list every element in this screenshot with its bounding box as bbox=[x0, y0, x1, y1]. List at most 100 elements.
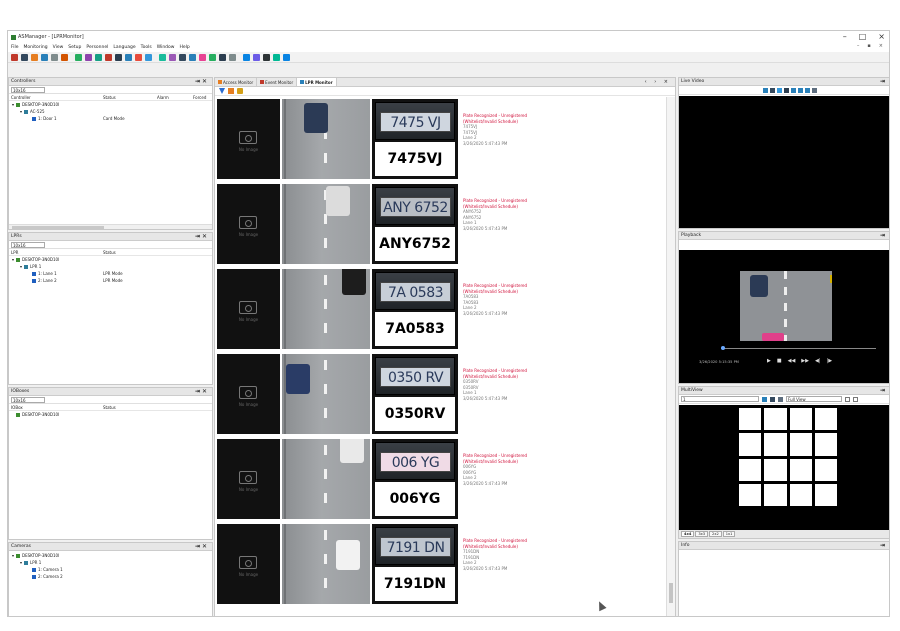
plate-crop[interactable]: 0350 RV 0350RV bbox=[372, 354, 458, 434]
toolbar-button-icon[interactable] bbox=[219, 53, 226, 61]
vehicle-snapshot[interactable] bbox=[282, 184, 370, 264]
panel-pin-close-icon[interactable]: ⇥✕ bbox=[195, 543, 209, 551]
stop-button[interactable]: ■ bbox=[777, 358, 782, 364]
playback-progress-bar[interactable] bbox=[721, 346, 876, 350]
panel-pin-close-icon[interactable]: ⇥✕ bbox=[195, 388, 209, 396]
toolbar-button-icon[interactable] bbox=[145, 53, 152, 61]
plate-crop[interactable]: ANY 6752 ANY6752 bbox=[372, 184, 458, 264]
menu-setup[interactable]: Setup bbox=[68, 45, 81, 50]
expand-icon[interactable]: ▾ bbox=[20, 559, 22, 566]
tree-item[interactable]: DESKTOP-3N0D10I bbox=[9, 411, 212, 418]
progress-knob[interactable] bbox=[721, 346, 725, 350]
event-list-vscrollbar[interactable] bbox=[666, 97, 675, 616]
camera-select-icon[interactable] bbox=[763, 87, 768, 93]
multiview-cell[interactable] bbox=[814, 408, 837, 431]
panel-pin-icon[interactable]: ⇥ bbox=[880, 232, 887, 240]
expand-icon[interactable]: ▾ bbox=[20, 108, 22, 115]
toolbar-button-icon[interactable] bbox=[229, 53, 236, 61]
live-video-view[interactable] bbox=[679, 96, 889, 228]
camera-select-icon[interactable] bbox=[762, 396, 767, 402]
lpr-event-row[interactable]: No Image 0350 RV 0350RV Plate Recognized - … bbox=[215, 352, 667, 436]
column-controller[interactable]: Controller bbox=[11, 95, 31, 100]
controllers-hscrollbar[interactable] bbox=[9, 224, 212, 229]
panel-pin-close-icon[interactable]: ⇥✕ bbox=[195, 78, 209, 86]
layout-4x4[interactable]: 4x4 bbox=[681, 531, 695, 537]
filter-icon[interactable] bbox=[219, 88, 225, 94]
toolbar-button-icon[interactable] bbox=[115, 53, 122, 61]
play-button[interactable]: ▶ bbox=[767, 358, 771, 364]
toolbar-button-icon[interactable] bbox=[61, 53, 68, 61]
plate-crop[interactable]: 7A 0583 7A0583 bbox=[372, 269, 458, 349]
multiview-cell[interactable] bbox=[739, 458, 762, 481]
multiview-cell[interactable] bbox=[789, 483, 812, 506]
rewind-button[interactable]: ◀◀ bbox=[788, 358, 796, 364]
expand-icon[interactable]: ▾ bbox=[12, 552, 14, 559]
menu-language[interactable]: Language bbox=[113, 45, 135, 50]
playback-view[interactable]: 3/26/2020 5:15:35 PM ▶ ■ ◀◀ ▶▶ ◀| |▶ bbox=[679, 250, 889, 383]
scroll-thumb[interactable] bbox=[669, 583, 673, 603]
vehicle-snapshot[interactable] bbox=[282, 354, 370, 434]
toolbar-button-icon[interactable] bbox=[85, 53, 92, 61]
toolbar-button-icon[interactable] bbox=[159, 53, 166, 61]
multiview-cell[interactable] bbox=[789, 433, 812, 456]
ptz-icon[interactable] bbox=[791, 87, 796, 93]
toolbar-button-icon[interactable] bbox=[31, 53, 38, 61]
column-lpr[interactable]: LPR bbox=[11, 250, 18, 255]
multiview-cell[interactable] bbox=[739, 433, 762, 456]
tree-item[interactable]: 1: Camera 1 bbox=[9, 566, 212, 573]
layout-2x2[interactable]: 2x2 bbox=[709, 531, 722, 537]
panel-pin-close-icon[interactable]: ⇥✕ bbox=[195, 233, 209, 241]
close-button[interactable]: × bbox=[878, 32, 885, 41]
export-icon[interactable] bbox=[228, 88, 234, 94]
tree-item[interactable]: 2: Camera 2 bbox=[9, 573, 212, 580]
multiview-cell[interactable] bbox=[789, 408, 812, 431]
lpr-event-row[interactable]: No Image 006 YG 006YG Plate Recognized - Un… bbox=[215, 437, 667, 521]
toolbar-button-icon[interactable] bbox=[11, 53, 18, 61]
toolbar-button-icon[interactable] bbox=[243, 53, 250, 61]
maximize-button[interactable]: □ bbox=[859, 32, 867, 41]
minimize-button[interactable]: – bbox=[843, 32, 847, 41]
toolbar-button-icon[interactable] bbox=[125, 53, 132, 61]
lpr-event-row[interactable]: No Image 7A 0583 7A0583 Plate Recognized - … bbox=[215, 267, 667, 351]
menu-personnel[interactable]: Personnel bbox=[86, 45, 108, 50]
toolbar-button-icon[interactable] bbox=[169, 53, 176, 61]
mdi-minimize-button[interactable]: – bbox=[857, 43, 860, 49]
prev-frame-button[interactable]: ◀| bbox=[815, 358, 821, 364]
expand-icon[interactable]: ▾ bbox=[20, 263, 22, 270]
toolbar-button-icon[interactable] bbox=[253, 53, 260, 61]
menu-help[interactable]: Help bbox=[179, 45, 189, 50]
multiview-cell[interactable] bbox=[739, 408, 762, 431]
menu-monitoring[interactable]: Monitoring bbox=[24, 45, 48, 50]
close-view-icon[interactable] bbox=[784, 87, 789, 93]
vehicle-snapshot[interactable] bbox=[282, 439, 370, 519]
lpr-event-row[interactable]: No Image 7475 VJ 7475VJ Plate Recognized - … bbox=[215, 97, 667, 181]
next-frame-button[interactable]: |▶ bbox=[827, 358, 833, 364]
toolbar-button-icon[interactable] bbox=[75, 53, 82, 61]
multiview-cell[interactable] bbox=[789, 458, 812, 481]
layout-3x3[interactable]: 3x3 bbox=[695, 531, 709, 537]
toolbar-button-icon[interactable] bbox=[95, 53, 102, 61]
panel-pin-icon[interactable]: ⇥ bbox=[880, 78, 887, 86]
toolbar-button-icon[interactable] bbox=[105, 53, 112, 61]
lprs-filter-select[interactable]: 10x16 bbox=[11, 241, 45, 248]
column-status[interactable]: Status bbox=[103, 95, 116, 100]
record-icon[interactable] bbox=[777, 87, 782, 93]
toolbar-button-icon[interactable] bbox=[209, 53, 216, 61]
tree-item[interactable]: 1: Lane 1 LPR Mode bbox=[9, 270, 212, 277]
toolbar-button-icon[interactable] bbox=[135, 53, 142, 61]
mdi-close-button[interactable]: × bbox=[879, 43, 883, 49]
multiview-cell[interactable] bbox=[814, 433, 837, 456]
zoom-in-icon[interactable] bbox=[798, 87, 803, 93]
tab-lpr-monitor[interactable]: LPR Monitor bbox=[297, 78, 337, 86]
tree-item[interactable]: ▾ DESKTOP-3N0D10I bbox=[9, 256, 212, 263]
fullscreen-icon[interactable] bbox=[853, 396, 858, 402]
toolbar-button-icon[interactable] bbox=[179, 53, 186, 61]
lpr-event-row[interactable]: No Image 7191 DN 7191DN Plate Recognized - … bbox=[215, 522, 667, 606]
multiview-cell[interactable] bbox=[764, 458, 787, 481]
tab-access-monitor[interactable]: Access Monitor bbox=[215, 78, 258, 86]
menu-view[interactable]: View bbox=[53, 45, 64, 50]
zoom-out-icon[interactable] bbox=[805, 87, 810, 93]
multiview-cell[interactable] bbox=[764, 483, 787, 506]
lpr-event-row[interactable]: No Image ANY 6752 ANY6752 Plate Recognized … bbox=[215, 182, 667, 266]
tree-item[interactable]: ▾ DESKTOP-3N0D10I bbox=[9, 101, 212, 108]
